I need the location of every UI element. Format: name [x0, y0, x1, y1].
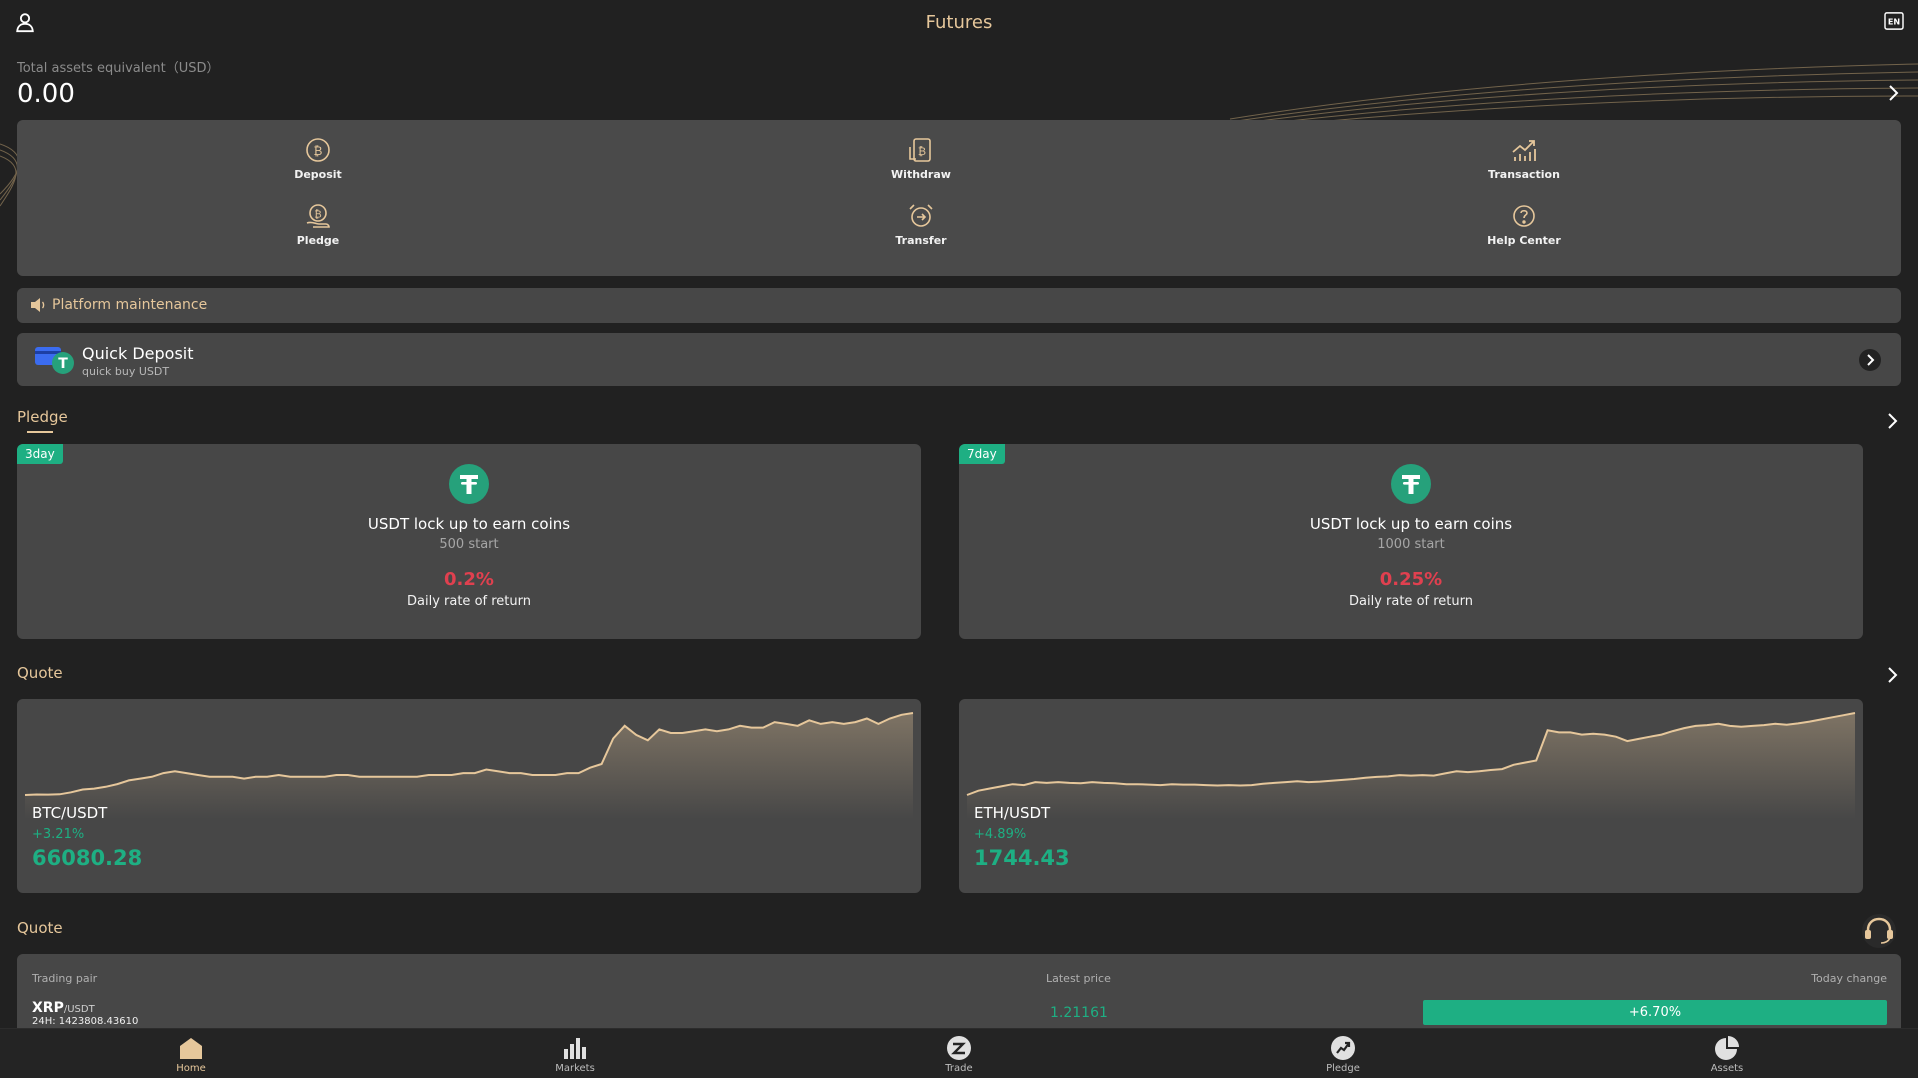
chevron-right-icon[interactable]	[1886, 412, 1898, 430]
usdt-coin-icon	[449, 464, 489, 504]
nav-trade[interactable]: Trade	[899, 1035, 1019, 1074]
pledge-card-heading: USDT lock up to earn coins	[1309, 515, 1513, 533]
transaction-button[interactable]: Transaction	[1454, 135, 1594, 181]
assets-label: Total assets equivalent（USD）	[17, 61, 220, 76]
withdraw-button[interactable]: ₿ Withdraw	[851, 135, 991, 181]
help-center-button[interactable]: Help Center	[1454, 201, 1594, 247]
column-header-change: Today change	[1811, 972, 1887, 985]
headset-support-icon[interactable]	[1860, 913, 1898, 949]
quote-change: +4.89%	[974, 827, 1027, 842]
quote-change: +3.21%	[32, 827, 85, 842]
quote-section-title: Quote	[17, 664, 63, 682]
nav-markets[interactable]: Markets	[515, 1035, 635, 1074]
chevron-right-icon[interactable]	[1886, 666, 1898, 684]
pledge-card[interactable]: 3day USDT lock up to earn coins 500 star…	[17, 444, 921, 639]
deposit-button[interactable]: ₿ Deposit	[248, 135, 388, 181]
transaction-label: Transaction	[1488, 168, 1560, 181]
svg-text:EN: EN	[1888, 17, 1901, 27]
card-usdt-icon: T	[35, 347, 74, 374]
notice-text: Platform maintenance	[52, 297, 208, 313]
transfer-button[interactable]: Transfer	[851, 201, 991, 247]
home-icon	[180, 1038, 202, 1059]
quote-card-btc[interactable]: BTC/USDT +3.21% 66080.28	[17, 699, 921, 893]
section-underline	[27, 431, 53, 433]
help-center-label: Help Center	[1487, 234, 1561, 247]
pledge-card-start: 500 start	[439, 537, 499, 552]
sparkline-area	[967, 713, 1855, 819]
bottom-nav: Home Markets Trade Pledge Assets	[0, 1028, 1918, 1078]
chevron-right-icon[interactable]	[1886, 84, 1900, 102]
pair-base: XRP	[32, 1000, 64, 1016]
pledge-card-rate-label: Daily rate of return	[407, 594, 531, 609]
pledge-card-rate: 0.2%	[444, 569, 494, 590]
pledge-card[interactable]: 7day USDT lock up to earn coins 1000 sta…	[959, 444, 1863, 639]
svg-text:₿: ₿	[314, 209, 321, 221]
price-sparkline	[24, 712, 914, 819]
notice-bar[interactable]: Platform maintenance	[17, 288, 1901, 323]
nav-home[interactable]: Home	[131, 1035, 251, 1074]
quote-price: 1744.43	[974, 846, 1070, 870]
speaker-icon	[31, 298, 45, 312]
table-row-pair[interactable]: XRP/USDT	[32, 997, 95, 1016]
svg-text:₿: ₿	[314, 144, 323, 158]
chevron-right-circle-icon[interactable]	[1859, 349, 1881, 371]
nav-markets-label: Markets	[555, 1063, 595, 1074]
withdraw-icon: ₿	[909, 138, 931, 162]
quote-table-title: Quote	[17, 919, 63, 937]
quote-pair: BTC/USDT	[32, 804, 108, 822]
svg-text:T: T	[58, 356, 68, 372]
quick-deposit-subtitle: quick buy USDT	[82, 365, 170, 378]
quote-price: 66080.28	[32, 846, 143, 870]
nav-pledge-label: Pledge	[1326, 1063, 1360, 1074]
assets-value: 0.00	[17, 79, 75, 109]
markets-icon	[564, 1038, 586, 1059]
change-badge[interactable]: +6.70%	[1423, 1000, 1887, 1025]
withdraw-label: Withdraw	[891, 168, 951, 181]
quick-deposit-title: Quick Deposit	[82, 344, 194, 363]
pledge-icon: ₿	[306, 204, 330, 228]
column-header-price: Latest price	[1046, 972, 1111, 985]
action-panel: ₿ Deposit ₿ Withdraw Transaction ₿ Pledg…	[17, 120, 1901, 276]
deposit-label: Deposit	[294, 168, 342, 181]
pledge-section-title: Pledge	[17, 408, 68, 426]
help-icon	[1513, 205, 1535, 227]
transfer-icon	[909, 204, 933, 227]
language-icon[interactable]: EN	[1884, 12, 1904, 30]
pair-quote: /USDT	[63, 1004, 95, 1015]
pledge-card-rate: 0.25%	[1379, 569, 1443, 590]
quick-deposit-banner[interactable]: T Quick Deposit quick buy USDT	[17, 333, 1901, 386]
pledge-card-rate-label: Daily rate of return	[1349, 594, 1473, 609]
pledge-button[interactable]: ₿ Pledge	[248, 201, 388, 247]
column-header-pair: Trading pair	[32, 972, 98, 985]
pair-price: 1.21161	[1050, 1005, 1108, 1021]
pledge-card-heading: USDT lock up to earn coins	[367, 515, 571, 533]
pledge-nav-icon	[1331, 1036, 1355, 1060]
transfer-label: Transfer	[895, 234, 947, 247]
transaction-icon	[1512, 140, 1536, 161]
sparkline-area	[25, 713, 913, 819]
pair-volume: 24H: 1423808.43610	[32, 1016, 139, 1027]
nav-trade-label: Trade	[945, 1063, 973, 1074]
price-sparkline	[966, 712, 1856, 819]
pledge-label: Pledge	[296, 234, 340, 247]
nav-pledge[interactable]: Pledge	[1283, 1035, 1403, 1074]
top-bar: Futures EN	[0, 0, 1918, 44]
duration-badge: 7day	[959, 444, 1005, 464]
pledge-card-start: 1000 start	[1377, 537, 1445, 552]
nav-home-label: Home	[176, 1063, 206, 1074]
trade-icon	[947, 1036, 971, 1060]
deposit-icon: ₿	[306, 138, 330, 162]
nav-assets-label: Assets	[1710, 1063, 1744, 1074]
nav-assets[interactable]: Assets	[1667, 1035, 1787, 1074]
duration-badge: 3day	[17, 444, 63, 464]
quote-pair: ETH/USDT	[974, 804, 1051, 822]
usdt-coin-icon	[1391, 464, 1431, 504]
page-title: Futures	[925, 12, 993, 33]
quote-card-eth[interactable]: ETH/USDT +4.89% 1744.43	[959, 699, 1863, 893]
assets-pie-icon	[1715, 1036, 1739, 1060]
svg-text:₿: ₿	[918, 145, 926, 158]
